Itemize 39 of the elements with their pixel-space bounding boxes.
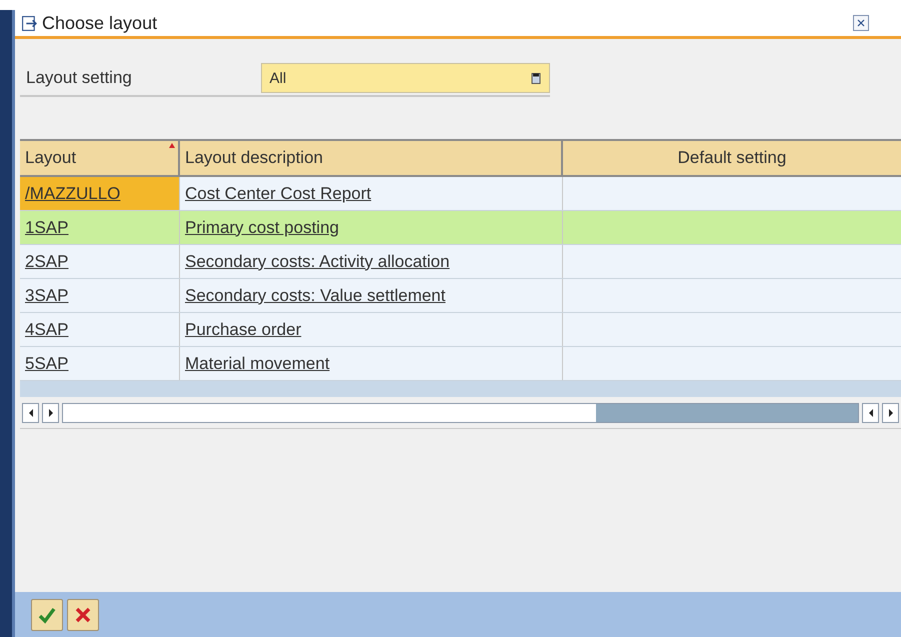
layout-setting-dropdown[interactable]: All	[260, 63, 550, 93]
left-arrow-icon	[28, 408, 34, 416]
layout-link[interactable]: 2SAP	[20, 245, 180, 278]
table-row[interactable]: 4SAP Purchase order	[20, 313, 901, 347]
description-link[interactable]: Purchase order	[180, 313, 563, 346]
left-arrow-icon	[868, 408, 874, 416]
column-header[interactable]: Layout description	[180, 141, 563, 175]
scroll-left-button[interactable]	[22, 402, 39, 422]
dropdown-icon	[531, 72, 541, 84]
column-header[interactable]: Default setting	[563, 141, 901, 175]
layout-link[interactable]: 4SAP	[20, 313, 180, 346]
layout-link[interactable]: 5SAP	[20, 347, 180, 380]
description-link[interactable]: Secondary costs: Activity allocation	[180, 245, 563, 278]
scroll-left-button[interactable]	[862, 402, 879, 422]
layout-link[interactable]: 1SAP	[20, 211, 180, 244]
close-icon	[855, 17, 867, 29]
scroll-right-button[interactable]	[882, 402, 899, 422]
table-row[interactable]: 2SAP Secondary costs: Activity allocation	[20, 245, 901, 279]
horizontal-scrollbar[interactable]	[62, 402, 859, 422]
description-link[interactable]: Primary cost posting	[180, 211, 563, 244]
table-row[interactable]: /MAZZULLO Cost Center Cost Report	[20, 177, 901, 211]
column-header[interactable]: Layout	[20, 141, 180, 175]
layout-link[interactable]: /MAZZULLO	[20, 177, 180, 210]
table-row[interactable]: 3SAP Secondary costs: Value settlement	[20, 279, 901, 313]
right-arrow-icon	[48, 408, 54, 416]
description-link[interactable]: Material movement	[180, 347, 563, 380]
description-link[interactable]: Cost Center Cost Report	[180, 177, 563, 210]
cancel-button[interactable]	[67, 598, 99, 630]
description-link[interactable]: Secondary costs: Value settlement	[180, 279, 563, 312]
window-title: Choose layout	[42, 12, 158, 34]
scroll-right-button[interactable]	[42, 402, 59, 422]
table-row[interactable]: 5SAP Material movement	[20, 347, 901, 381]
layout-link[interactable]: 3SAP	[20, 279, 180, 312]
confirm-button[interactable]	[31, 598, 63, 630]
close-button[interactable]	[853, 15, 869, 31]
table-row[interactable]: 1SAP Primary cost posting	[20, 211, 901, 245]
layout-icon	[21, 14, 38, 32]
field-label: Layout setting	[25, 68, 133, 88]
right-arrow-icon	[888, 408, 894, 416]
